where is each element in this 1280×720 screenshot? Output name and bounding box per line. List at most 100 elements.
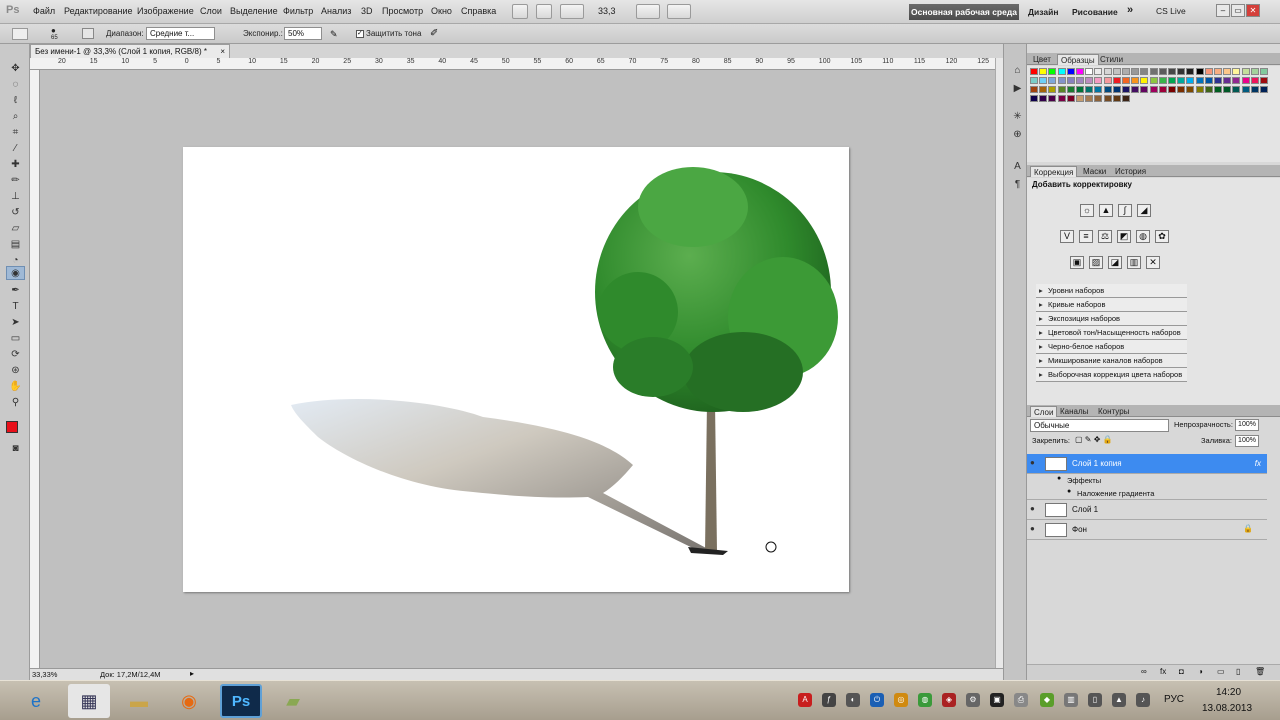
pressure-icon[interactable]: ✐ — [430, 28, 442, 40]
clone-stamp-tool-icon[interactable]: ⊥ — [6, 190, 25, 204]
color-swatch[interactable] — [1122, 86, 1130, 93]
hue-saturation-icon[interactable]: ≡ — [1079, 230, 1093, 243]
posterize-icon[interactable]: ▨ — [1089, 256, 1103, 269]
color-swatch[interactable] — [1149, 86, 1158, 93]
color-swatch[interactable] — [1048, 95, 1057, 102]
color-swatch[interactable] — [1241, 68, 1250, 75]
range-select[interactable]: Средние т... — [146, 27, 215, 40]
brush-presets-icon[interactable]: ✳ — [1008, 110, 1027, 124]
tray-icon-9[interactable]: ▣ — [990, 693, 1004, 707]
clock-time[interactable]: 14:20 — [1216, 687, 1241, 698]
bridge-button[interactable] — [512, 4, 528, 19]
type-tool-icon[interactable]: T — [6, 300, 25, 314]
color-swatch[interactable] — [1039, 95, 1048, 102]
menu-filter[interactable]: Фильтр — [283, 6, 313, 16]
color-swatch[interactable] — [1168, 68, 1176, 75]
preset-curves[interactable]: Кривые наборов — [1036, 298, 1187, 312]
history-brush-tool-icon[interactable]: ↺ — [6, 206, 25, 220]
preset-black-white[interactable]: Черно-белое наборов — [1036, 340, 1187, 354]
fx-badge[interactable]: fx — [1255, 459, 1261, 468]
swatches-grid[interactable] — [1027, 66, 1280, 162]
black-white-icon[interactable]: ◩ — [1117, 230, 1131, 243]
color-swatch[interactable] — [1177, 77, 1186, 84]
color-swatch[interactable] — [1112, 77, 1121, 84]
color-swatch[interactable] — [1030, 68, 1038, 75]
tab-channels[interactable]: Каналы — [1057, 406, 1091, 417]
tray-icon-4[interactable]: ⏻ — [870, 693, 884, 707]
history-panel-icon[interactable]: ⌂ — [1008, 64, 1027, 78]
color-swatch[interactable] — [1103, 77, 1112, 84]
color-swatch[interactable] — [1186, 86, 1195, 93]
preset-selective-color[interactable]: Выборочная коррекция цвета наборов — [1036, 368, 1187, 382]
tray-icon-7[interactable]: ◈ — [942, 693, 956, 707]
color-swatch[interactable] — [1140, 77, 1149, 84]
color-swatch[interactable] — [1168, 86, 1176, 93]
color-swatch[interactable] — [1103, 95, 1112, 102]
screen-mode-dropdown[interactable] — [667, 4, 691, 19]
tab-adjustments[interactable]: Коррекция — [1030, 166, 1078, 177]
color-swatch[interactable] — [1232, 77, 1241, 84]
network-icon[interactable]: ▲ — [1112, 693, 1126, 707]
color-swatch[interactable] — [1122, 68, 1130, 75]
fill-input[interactable]: 100% — [1235, 435, 1259, 447]
tray-icon-2[interactable]: ƒ — [822, 693, 836, 707]
healing-brush-tool-icon[interactable]: ✚ — [6, 158, 25, 172]
color-swatch[interactable] — [1204, 86, 1213, 93]
color-swatch[interactable] — [1204, 68, 1213, 75]
color-swatch[interactable] — [1204, 77, 1213, 84]
eye-icon[interactable]: ● — [1030, 458, 1041, 469]
color-swatch[interactable] — [1122, 95, 1130, 102]
minimize-button[interactable]: – — [1216, 4, 1230, 17]
tab-history[interactable]: История — [1112, 166, 1149, 177]
volume-icon[interactable]: ♪ — [1136, 693, 1150, 707]
color-swatch[interactable] — [1112, 95, 1121, 102]
color-swatch[interactable] — [1250, 68, 1259, 75]
workspace-design-button[interactable]: Дизайн — [1028, 7, 1058, 17]
tray-icon-12[interactable]: ▥ — [1064, 693, 1078, 707]
color-swatch[interactable] — [1057, 68, 1066, 75]
color-swatch[interactable] — [1158, 77, 1167, 84]
eyedropper-tool-icon[interactable]: ⁄ — [6, 142, 25, 156]
color-swatch[interactable] — [1250, 77, 1259, 84]
color-swatch[interactable] — [1241, 77, 1250, 84]
layer-row-background[interactable]: ● Фон 🔒 — [1027, 520, 1267, 540]
brush-panel-toggle[interactable] — [82, 28, 94, 39]
zoom-level[interactable]: 33,33% — [32, 670, 57, 679]
color-swatch[interactable] — [1158, 68, 1167, 75]
add-mask-icon[interactable]: ◘ — [1179, 667, 1184, 676]
tray-icon-3[interactable]: ◐ — [846, 693, 860, 707]
color-swatch[interactable] — [1241, 86, 1250, 93]
color-swatch[interactable] — [1140, 68, 1149, 75]
tab-color[interactable]: Цвет — [1030, 54, 1054, 65]
workspace-painting-button[interactable]: Рисование — [1072, 7, 1118, 17]
color-swatch[interactable] — [1195, 77, 1204, 84]
quick-select-tool-icon[interactable]: ⌕ — [6, 110, 25, 124]
status-menu-icon[interactable]: ▸ — [190, 669, 194, 678]
brightness-icon[interactable]: ☼ — [1080, 204, 1094, 217]
firefox-icon[interactable]: ◉ — [168, 684, 210, 718]
selective-color-icon[interactable]: ✕ — [1146, 256, 1160, 269]
color-swatch[interactable] — [1103, 68, 1112, 75]
color-swatch[interactable] — [1149, 68, 1158, 75]
cs-live-button[interactable]: CS Live — [1156, 6, 1186, 16]
gradient-map-icon[interactable]: ▥ — [1127, 256, 1141, 269]
document-canvas[interactable] — [183, 147, 849, 592]
color-swatch[interactable] — [1223, 77, 1232, 84]
explorer-icon[interactable]: ▬ — [118, 684, 160, 718]
tray-icon-8[interactable]: ⚙ — [966, 693, 980, 707]
color-swatch[interactable] — [1048, 77, 1057, 84]
horizontal-ruler[interactable]: 20 15 10 5 0 5 10 15 20 25 30 35 40 45 50 55 60 65 70 75 80 8… — [30, 58, 995, 70]
color-swatch[interactable] — [1260, 77, 1268, 84]
color-swatch[interactable] — [1039, 77, 1048, 84]
paragraph-panel-icon[interactable]: ¶ — [1008, 178, 1027, 192]
workspace-essentials-button[interactable]: Основная рабочая среда — [909, 4, 1019, 20]
color-swatch[interactable] — [1066, 77, 1075, 84]
threshold-icon[interactable]: ◪ — [1108, 256, 1122, 269]
close-doc-icon[interactable]: × — [220, 45, 225, 58]
document-tab[interactable]: Без имени-1 @ 33,3% (Слой 1 копия, RGB/8… — [30, 44, 230, 58]
color-swatch[interactable] — [1085, 77, 1094, 84]
lock-icons[interactable]: ▢ ✎ ✥ 🔒 — [1075, 435, 1113, 444]
eye-icon[interactable]: ● — [1057, 475, 1061, 482]
new-group-icon[interactable]: ▭ — [1217, 667, 1225, 676]
color-swatch[interactable] — [1076, 86, 1084, 93]
